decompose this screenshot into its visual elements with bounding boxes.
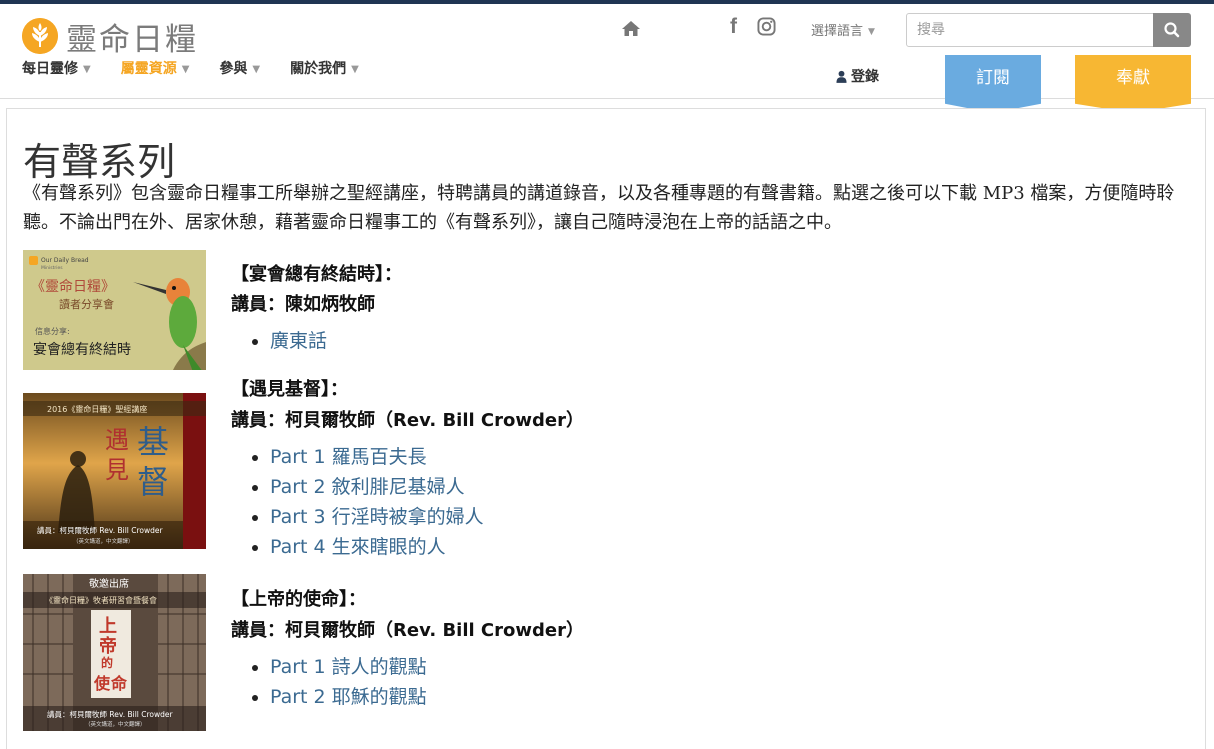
list-item: Part 2 耶穌的觀點 [270,682,427,712]
audio-part-link[interactable]: Part 2 耶穌的觀點 [270,686,427,708]
thumb-char: 的 [101,655,113,670]
series-title: 【宴會總有終結時】： [231,264,402,285]
series-speaker: 講員：柯貝爾牧師（Rev. Bill Crowder） [231,620,584,641]
donate-label: 奉獻 [1116,68,1150,88]
series-part-list: 廣東話 [247,326,327,356]
thumb-char: 遇 [105,426,129,454]
caret-down-icon: ▼ [351,63,359,75]
series-cover-image: 敬邀出席 《靈命日糧》牧者研習會暨餐會 上 帝 的 使 命 講員：柯貝爾牧師 R… [23,574,206,731]
thumb-char: 帝 [99,635,117,657]
donate-button[interactable]: 奉獻 [1075,55,1191,113]
audio-part-link[interactable]: Part 1 詩人的觀點 [270,656,427,678]
thumb-note: （英文講道，中文翻譯） [73,537,134,545]
series-speaker: 講員：陳如炳牧師 [231,294,375,315]
nav-item-participate[interactable]: 參與 ▼ [219,58,260,78]
page-title: 有聲系列 [23,140,176,184]
series-cover-image: 2016《靈命日糧》聖經講座 遇 見 基 督 講員：柯貝爾牧師 Rev. Bil… [23,393,206,549]
series-speaker: 講員：柯貝爾牧師（Rev. Bill Crowder） [231,410,584,431]
caret-down-icon: ▼ [868,26,875,37]
thumb-char: 督 [137,463,169,501]
thumb-heading: 《靈命日糧》 [31,278,115,295]
thumb-char: 見 [105,456,129,484]
search-button[interactable] [1153,13,1191,47]
list-item: Part 4 生來瞎眼的人 [270,532,484,562]
list-item: 廣東話 [270,326,327,356]
list-item: Part 2 敘利腓尼基婦人 [270,472,484,502]
facebook-icon[interactable]: f [730,15,737,39]
nav-item-devotion[interactable]: 每日靈修 ▼ [22,58,91,78]
thumb-invite: 敬邀出席 [89,577,129,590]
caret-down-icon: ▼ [252,63,261,75]
nav-item-label: 關於我們 [290,61,347,77]
series-part-list: Part 1 詩人的觀點 Part 2 耶穌的觀點 [247,652,427,712]
thumb-topic: 宴會總有終結時 [33,341,131,358]
wheat-logo-icon [22,18,58,54]
thumb-brand-sub: Ministries [41,265,63,271]
audio-part-link[interactable]: Part 4 生來瞎眼的人 [270,536,446,558]
thumb-speaker: 講員：柯貝爾牧師 Rev. Bill Crowder [37,525,164,535]
thumb-char: 使 [93,674,111,693]
language-select[interactable]: 選擇語言 ▼ [811,20,875,39]
series-title: 【遇見基督】： [231,379,348,400]
audio-part-link[interactable]: 廣東話 [270,330,327,352]
thumb-banner: 《靈命日糧》牧者研習會暨餐會 [45,595,157,605]
series-thumbnail[interactable]: 2016《靈命日糧》聖經講座 遇 見 基 督 講員：柯貝爾牧師 Rev. Bil… [23,393,206,549]
login-label: 登錄 [851,69,879,85]
main-content: 有聲系列 《有聲系列》包含靈命日糧事工所舉辦之聖經講座，特聘講員的講道錄音，以及… [6,108,1206,749]
site-header: 靈命日糧 每日靈修 ▼ 屬靈資源 ▼ 參與 ▼ 關於我們 ▼ f 選擇語言 ▼ 登錄 訂閱… [0,4,1214,113]
audio-part-link[interactable]: Part 2 敘利腓尼基婦人 [270,476,465,498]
thumb-char: 命 [110,674,128,693]
site-logo[interactable]: 靈命日糧 [22,16,198,58]
series-thumbnail[interactable]: Our Daily Bread Ministries 《靈命日糧》 讀者分享會 … [23,250,206,370]
nav-item-resources[interactable]: 屬靈資源 ▼ [121,58,190,78]
list-item: Part 1 羅馬百夫長 [270,442,484,472]
thumb-banner: 2016《靈命日糧》聖經講座 [47,404,147,414]
thumb-brand: Our Daily Bread [41,257,89,264]
nav-item-about[interactable]: 關於我們 ▼ [290,58,359,78]
series-title: 【上帝的使命】： [231,589,366,610]
series-cover-image: Our Daily Bread Ministries 《靈命日糧》 讀者分享會 … [23,250,206,370]
series-part-list: Part 1 羅馬百夫長 Part 2 敘利腓尼基婦人 Part 3 行淫時被拿… [247,442,484,562]
thumb-subheading: 讀者分享會 [59,297,114,311]
main-nav: 每日靈修 ▼ 屬靈資源 ▼ 參與 ▼ 關於我們 ▼ [22,58,389,78]
audio-part-link[interactable]: Part 1 羅馬百夫長 [270,446,427,468]
instagram-icon[interactable] [757,17,776,36]
thumb-char: 上 [99,616,117,637]
nav-item-label: 屬靈資源 [120,61,177,77]
brand-name: 靈命日糧 [66,21,198,58]
page-intro: 《有聲系列》包含靈命日糧事工所舉辦之聖經講座，特聘講員的講道錄音，以及各種專題的… [23,183,1175,233]
list-item: Part 1 詩人的觀點 [270,652,427,682]
series-thumbnail[interactable]: 敬邀出席 《靈命日糧》牧者研習會暨餐會 上 帝 的 使 命 講員：柯貝爾牧師 R… [23,574,206,731]
nav-item-label: 每日靈修 [22,61,78,77]
audio-part-link[interactable]: Part 3 行淫時被拿的婦人 [270,506,484,528]
thumb-share-label: 信息分享: [35,326,70,336]
list-item: Part 3 行淫時被拿的婦人 [270,502,484,532]
search-input[interactable] [906,13,1154,47]
search-icon [1164,22,1180,38]
login-link[interactable]: 登錄 [836,66,879,86]
thumb-char: 基 [137,423,169,461]
caret-down-icon: ▼ [83,63,91,75]
nav-item-label: 參與 [219,61,248,77]
thumb-note: （英文講道，中文翻譯） [85,720,146,728]
caret-down-icon: ▼ [181,63,190,75]
home-icon[interactable] [621,19,641,39]
subscribe-label: 訂閱 [976,68,1010,88]
subscribe-button[interactable]: 訂閱 [945,55,1041,113]
language-select-label: 選擇語言 [811,24,864,39]
thumb-speaker: 講員：柯貝爾牧師 Rev. Bill Crowder [47,709,174,719]
user-icon [836,70,847,83]
